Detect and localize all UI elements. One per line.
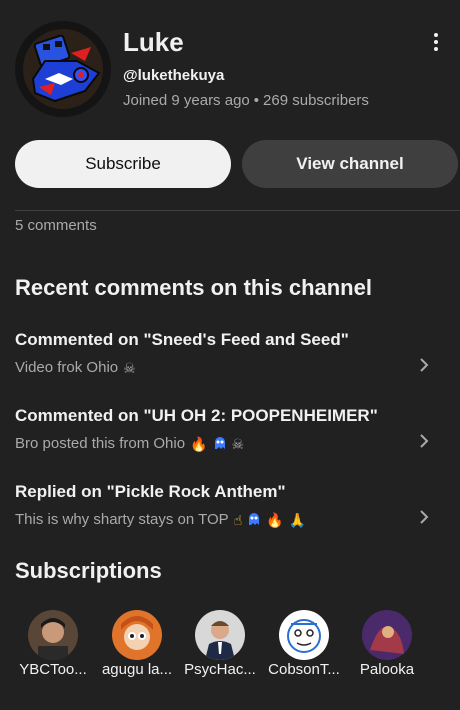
- divider: [15, 210, 460, 211]
- chevron-right-icon: [420, 510, 429, 524]
- subscription-item[interactable]: Palooka: [346, 610, 428, 682]
- subscribe-button[interactable]: Subscribe: [15, 140, 231, 188]
- joined-text: Joined 9 years ago: [123, 92, 250, 109]
- skull-crossbones-icon: ☠: [231, 435, 245, 452]
- more-options-icon[interactable]: [424, 30, 448, 54]
- skull-crossbones-icon: ☠: [123, 359, 136, 376]
- subscription-label: PsycHac...: [184, 661, 256, 678]
- subscription-avatar: [362, 610, 412, 660]
- comment-text: Bro posted this from Ohio: [15, 435, 186, 452]
- fire-icon: 🔥: [190, 435, 208, 452]
- subscription-avatar: [112, 610, 162, 660]
- recent-comments-title: Recent comments on this channel: [15, 275, 372, 300]
- view-channel-button[interactable]: View channel: [242, 140, 458, 188]
- subscription-label: agugu la...: [101, 661, 173, 678]
- channel-meta: Joined 9 years ago • 269 subscribers: [123, 92, 369, 109]
- activity-item[interactable]: Replied on "Pickle Rock Anthem" This is …: [0, 482, 460, 542]
- subscription-avatar: [279, 610, 329, 660]
- activity-title: Replied on "Pickle Rock Anthem": [15, 482, 286, 501]
- comment-text: This is why sharty stays on TOP: [15, 511, 229, 528]
- subscription-label: YBCToo...: [19, 661, 87, 678]
- channel-name: Luke: [123, 27, 184, 57]
- activity-comment: This is why sharty stays on TOP ☝ 🔥 🙏: [15, 511, 306, 528]
- activity-title: Commented on "UH OH 2: POOPENHEIMER": [15, 406, 378, 425]
- subscription-label: Palooka: [359, 661, 415, 678]
- chevron-right-icon: [420, 434, 429, 448]
- chevron-right-icon: [420, 358, 429, 372]
- comments-count: 5 comments: [15, 217, 97, 234]
- fire-icon: 🔥: [266, 511, 284, 528]
- subscription-avatar: [28, 610, 78, 660]
- comment-text: Video frok Ohio: [15, 359, 119, 376]
- subscriptions-title: Subscriptions: [15, 558, 162, 583]
- channel-header: Luke @lukethekuya Joined 9 years ago • 269…: [0, 0, 460, 125]
- ghost-icon: [247, 512, 261, 528]
- subscription-avatar: [195, 610, 245, 660]
- activity-item[interactable]: Commented on "UH OH 2: POOPENHEIMER" Bro…: [0, 406, 460, 466]
- activity-comment: Bro posted this from Ohio 🔥 ☠: [15, 435, 244, 452]
- subscriber-count: 269 subscribers: [263, 92, 369, 109]
- subscriptions-list: YBCToo... agugu la... PsycHac... CobsonT…: [0, 610, 460, 690]
- subscription-label: CobsonT...: [268, 661, 340, 678]
- praying-hands-icon: 🙏: [288, 511, 307, 528]
- channel-handle: @lukethekuya: [123, 67, 225, 84]
- subscription-item[interactable]: agugu la...: [96, 610, 178, 682]
- subscription-item[interactable]: YBCToo...: [12, 610, 94, 682]
- channel-avatar[interactable]: [15, 21, 111, 117]
- subscription-item[interactable]: PsycHac...: [179, 610, 261, 682]
- point-up-icon: ☝: [233, 511, 243, 528]
- ghost-icon: [213, 436, 227, 452]
- activity-title: Commented on "Sneed's Feed and Seed": [15, 330, 349, 349]
- activity-comment: Video frok Ohio ☠: [15, 359, 136, 376]
- separator-dot: •: [253, 92, 260, 109]
- subscription-item[interactable]: CobsonT...: [263, 610, 345, 682]
- activity-item[interactable]: Commented on "Sneed's Feed and Seed" Vid…: [0, 330, 460, 390]
